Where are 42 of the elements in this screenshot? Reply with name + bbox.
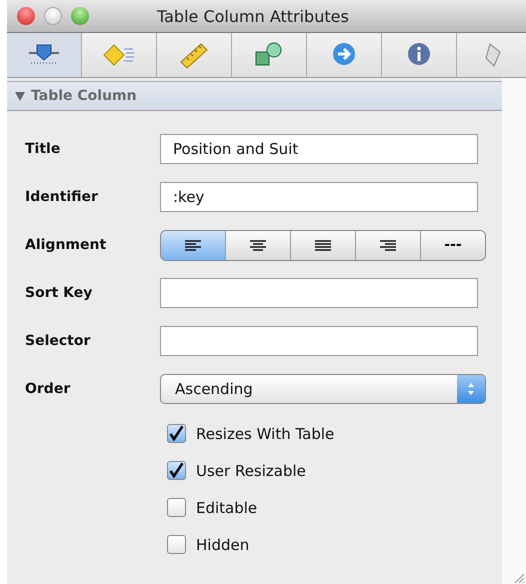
field-label: Order (25, 381, 72, 397)
alignment-segment[interactable] (226, 230, 291, 260)
field-label: Title (25, 141, 62, 157)
shapes-icon (254, 42, 284, 68)
align-icon (250, 240, 266, 250)
align-icon (315, 240, 331, 250)
field-label: Selector (25, 333, 92, 349)
minimize-button[interactable] (44, 7, 62, 25)
ruler-icon (179, 42, 209, 68)
checkbox[interactable] (167, 498, 186, 517)
close-button[interactable] (17, 7, 35, 25)
text-field[interactable] (160, 278, 478, 308)
disclosure-triangle-icon[interactable] (15, 92, 25, 100)
alignment-segment[interactable] (291, 230, 356, 260)
checkbox-label: User Resizable (196, 462, 306, 480)
text-field[interactable]: Position and Suit (160, 134, 478, 164)
section-title: Table Column (31, 88, 137, 104)
zoom-button[interactable] (71, 7, 89, 25)
section-header[interactable]: Table Column (7, 81, 502, 111)
window-title: Table Column Attributes (157, 6, 349, 26)
diamond-icon (102, 43, 136, 67)
resize-grip-icon[interactable] (513, 572, 525, 584)
align-icon (185, 240, 201, 250)
inspector-tab[interactable] (7, 33, 82, 77)
checkbox-label: Resizes With Table (196, 424, 334, 442)
order-popup[interactable]: Ascending (160, 374, 486, 404)
checkbox-label: Hidden (196, 536, 250, 554)
align-icon (380, 240, 396, 250)
checkbox[interactable] (167, 535, 186, 554)
alignment-segment[interactable] (161, 230, 226, 260)
field-label: Alignment (25, 237, 108, 253)
alignment-segment[interactable] (356, 230, 421, 260)
field-label: Identifier (25, 189, 99, 205)
alignment-segment[interactable]: --- (421, 230, 485, 260)
field-label: Sort Key (25, 285, 94, 301)
info-icon (406, 42, 432, 68)
checkbox[interactable] (167, 461, 186, 480)
checkbox-label: Editable (196, 498, 258, 516)
checkbox[interactable] (167, 424, 186, 443)
stepper-icon (457, 375, 485, 403)
text-field[interactable]: :key (160, 182, 478, 212)
text-field[interactable] (160, 326, 478, 356)
